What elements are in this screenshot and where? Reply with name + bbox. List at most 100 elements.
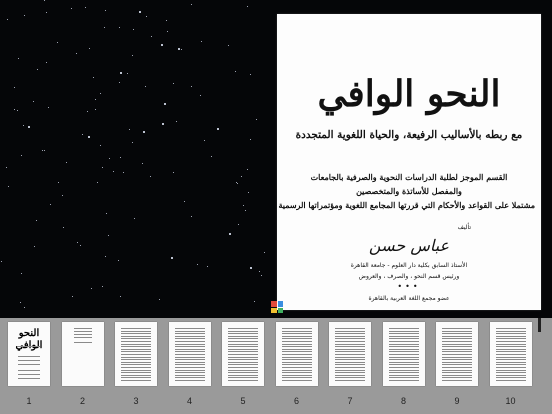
thumbnail-text-line bbox=[442, 341, 472, 342]
star bbox=[102, 285, 103, 287]
star bbox=[142, 130, 145, 133]
thumbnail-text-line bbox=[335, 333, 365, 335]
thumbnail-text-line bbox=[174, 377, 205, 379]
thumbnail-text-line bbox=[495, 359, 526, 361]
star bbox=[85, 6, 87, 8]
star bbox=[105, 9, 107, 11]
star bbox=[216, 127, 219, 130]
thumbnail-text-line bbox=[388, 348, 419, 350]
thumbnail-text-line bbox=[228, 380, 258, 381]
thumbnail-text-line bbox=[228, 367, 258, 368]
thumbnail-text-line bbox=[495, 354, 526, 355]
thumbnail-text-line bbox=[495, 330, 526, 332]
thumbnail-text-line bbox=[495, 348, 526, 350]
document-viewer[interactable]: النحو الوافي مع ربطه بالأساليب الرفيعة، … bbox=[0, 0, 552, 318]
star bbox=[49, 203, 51, 205]
membership-line: عضو مجمع اللغة العربية بالقاهرة bbox=[368, 295, 450, 302]
page-thumbnail-1[interactable]: النحو الوافي 1 bbox=[8, 322, 50, 406]
thumbnail-text-line bbox=[281, 341, 312, 342]
star bbox=[227, 45, 229, 47]
page-thumbnail-7[interactable]: 7 bbox=[329, 322, 371, 406]
star bbox=[259, 271, 261, 273]
star bbox=[76, 242, 78, 244]
star bbox=[87, 110, 89, 112]
star bbox=[17, 110, 19, 112]
thumbnail-text-line bbox=[442, 372, 472, 374]
star bbox=[24, 307, 26, 309]
star bbox=[204, 139, 206, 141]
thumbnail-text-line bbox=[281, 333, 312, 335]
star bbox=[127, 73, 129, 75]
star bbox=[131, 142, 133, 144]
thumbnail-text-line bbox=[495, 374, 526, 376]
thumbnail-page-preview bbox=[222, 322, 264, 386]
star bbox=[250, 266, 253, 269]
star bbox=[75, 52, 77, 54]
star bbox=[14, 86, 16, 88]
star bbox=[119, 156, 121, 158]
thumbnail-text-line bbox=[335, 359, 365, 361]
thumbnail-strip[interactable]: النحو الوافي 1 2 3 4 5 6 7 8 9 10 bbox=[0, 318, 552, 414]
thumbnail-text-line bbox=[121, 341, 151, 342]
thumbnail-text-line bbox=[228, 338, 258, 340]
star bbox=[103, 26, 105, 28]
thumbnail-text-line bbox=[18, 360, 40, 361]
thumbnail-text-line bbox=[281, 330, 312, 332]
thumbnail-page-preview bbox=[115, 322, 157, 386]
thumbnail-text-line bbox=[281, 343, 312, 345]
star bbox=[167, 30, 169, 32]
star bbox=[150, 175, 152, 177]
thumbnail-text-line bbox=[442, 330, 472, 332]
thumbnail-page-number: 1 bbox=[26, 396, 32, 406]
thumbnail-text-line bbox=[442, 380, 472, 381]
page-thumbnail-6[interactable]: 6 bbox=[275, 322, 318, 406]
star bbox=[161, 122, 164, 125]
page-thumbnail-8[interactable]: 8 bbox=[382, 322, 425, 406]
thumbnail-text-line bbox=[73, 328, 92, 329]
thumbnail-text-line bbox=[388, 333, 419, 335]
thumbnail-text-line bbox=[121, 328, 151, 329]
star bbox=[20, 273, 22, 275]
thumbnail-text-line bbox=[121, 354, 151, 355]
star bbox=[145, 16, 147, 18]
thumbnail-text-line bbox=[335, 369, 365, 371]
thumbnail-page-number: 6 bbox=[293, 396, 299, 406]
thumbnail-text-line bbox=[442, 343, 472, 345]
star bbox=[93, 76, 94, 78]
thumbnail-text-line bbox=[388, 380, 419, 381]
thumbnail-text-line bbox=[388, 361, 419, 363]
star bbox=[255, 118, 257, 120]
page-thumbnail-4[interactable]: 4 bbox=[168, 322, 211, 406]
star bbox=[62, 194, 64, 196]
book-cover-page[interactable]: النحو الوافي مع ربطه بالأساليب الرفيعة، … bbox=[277, 14, 541, 310]
thumbnail-text-line bbox=[174, 356, 205, 358]
star bbox=[118, 81, 120, 83]
page-thumbnail-5[interactable]: 5 bbox=[222, 322, 264, 406]
thumbnail-page-preview bbox=[275, 322, 318, 386]
star bbox=[160, 44, 163, 47]
star bbox=[263, 252, 265, 254]
star bbox=[196, 263, 198, 265]
page-thumbnail-10[interactable]: 10 bbox=[489, 322, 532, 406]
star bbox=[229, 232, 232, 235]
thumbnail-text-line bbox=[228, 348, 258, 350]
thumbnail-text-line bbox=[388, 369, 419, 371]
star bbox=[72, 296, 73, 298]
star bbox=[7, 18, 9, 20]
thumbnail-text-line bbox=[121, 359, 151, 361]
star bbox=[144, 86, 146, 88]
page-thumbnail-9[interactable]: 9 bbox=[436, 322, 478, 406]
thumbnail-text-line bbox=[442, 348, 472, 350]
thumbnail-text-line bbox=[442, 367, 472, 368]
star bbox=[100, 92, 102, 94]
thumbnail-text-line bbox=[335, 372, 365, 374]
star bbox=[129, 128, 131, 130]
page-thumbnail-3[interactable]: 3 bbox=[115, 322, 157, 406]
page-grid-icon[interactable] bbox=[271, 301, 283, 313]
thumbnail-text-line bbox=[281, 377, 312, 379]
page-thumbnail-2[interactable]: 2 bbox=[61, 322, 104, 406]
star bbox=[28, 125, 31, 128]
star bbox=[120, 72, 123, 75]
thumbnail-page-number: 5 bbox=[240, 396, 246, 406]
star bbox=[242, 205, 244, 207]
